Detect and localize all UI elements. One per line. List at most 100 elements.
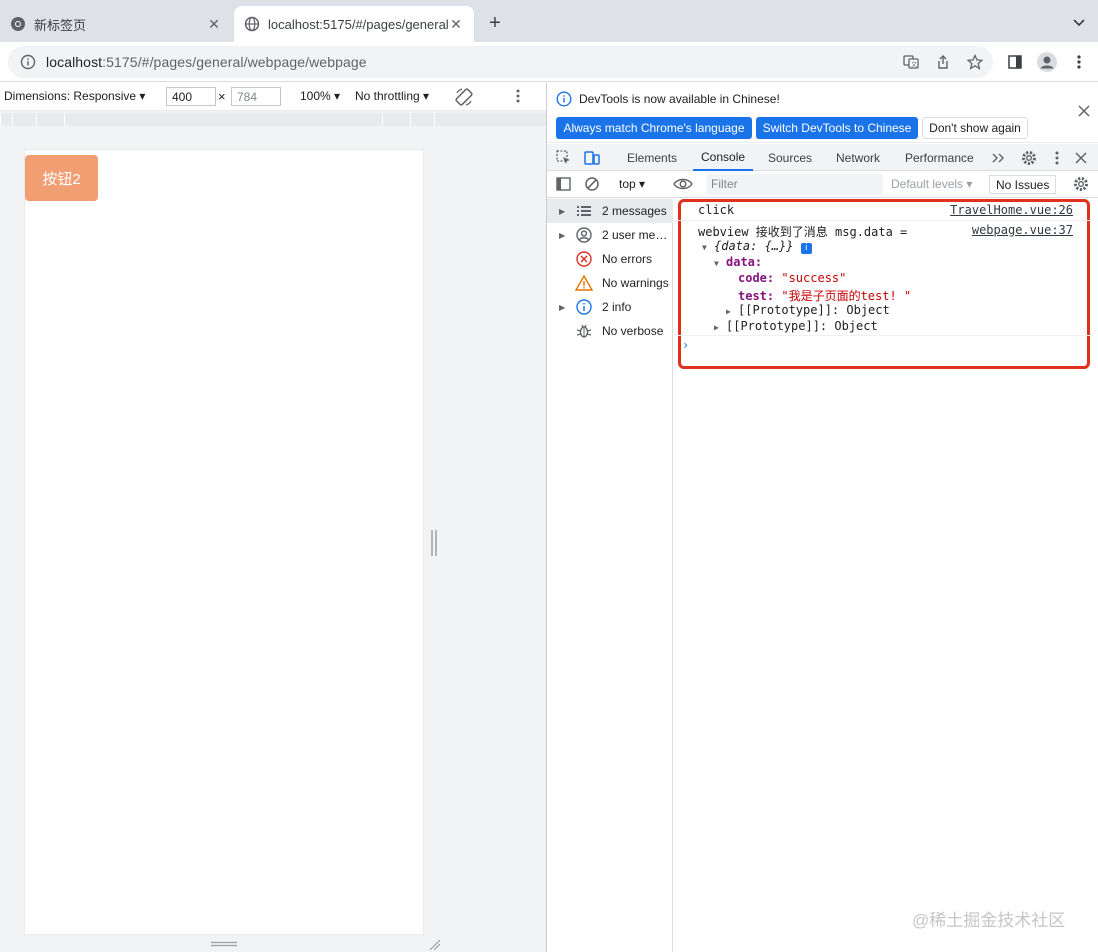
- expand-arrow-icon: ▶: [559, 206, 566, 216]
- new-tab-button[interactable]: +: [484, 12, 506, 34]
- prototype-inner[interactable]: ▶ [[Prototype]]: Object: [726, 303, 890, 317]
- dont-show-again-button[interactable]: Don't show again: [922, 117, 1028, 139]
- console-prompt-icon[interactable]: ›: [682, 338, 689, 352]
- side-panel-icon[interactable]: [1004, 51, 1026, 73]
- sidebar-item-messages[interactable]: ▶ 2 messages: [547, 199, 673, 223]
- switch-to-chinese-button[interactable]: Switch DevTools to Chinese: [756, 117, 918, 139]
- warning-icon: [575, 274, 593, 292]
- globe-icon: [244, 16, 260, 32]
- sidebar-item-warnings[interactable]: No warnings: [547, 271, 673, 295]
- emulated-page: 按钮2: [24, 149, 424, 935]
- resize-handle-right-icon[interactable]: [430, 530, 438, 556]
- throttling-dropdown[interactable]: No throttling ▾: [355, 89, 429, 103]
- emulated-viewport-area: 按钮2: [0, 127, 546, 952]
- media-query-ruler[interactable]: [0, 110, 546, 127]
- rotate-icon[interactable]: [454, 87, 474, 107]
- devtools-panel-tabs: Elements Console Sources Network Perform…: [547, 144, 1098, 171]
- tab-console[interactable]: Console: [693, 144, 754, 171]
- source-link[interactable]: TravelHome.vue:26: [950, 203, 1073, 217]
- console-settings-gear-icon[interactable]: [1072, 175, 1090, 193]
- tab-network[interactable]: Network: [836, 144, 880, 171]
- list-icon: [575, 202, 593, 220]
- more-options-icon[interactable]: [516, 89, 528, 105]
- address-bar[interactable]: localhost:5175/#/pages/general/webpage/w…: [8, 46, 993, 78]
- dimensions-dropdown[interactable]: Dimensions: Responsive ▾: [4, 89, 145, 103]
- sidebar-item-label: 2 info: [602, 300, 632, 314]
- log-levels-dropdown[interactable]: Default levels ▾: [891, 177, 972, 191]
- browser-toolbar: localhost:5175/#/pages/general/webpage/w…: [0, 42, 1098, 82]
- translate-icon[interactable]: 文: [900, 51, 922, 73]
- clear-console-icon[interactable]: [583, 175, 601, 193]
- close-icon[interactable]: [1078, 105, 1092, 119]
- tab-elements[interactable]: Elements: [627, 144, 677, 171]
- sidebar-item-verbose[interactable]: No verbose: [547, 319, 673, 343]
- device-toolbar: Dimensions: Responsive ▾ × 100% ▾ No thr…: [0, 83, 546, 110]
- close-devtools-icon[interactable]: [1072, 149, 1090, 167]
- zoom-dropdown[interactable]: 100% ▾: [300, 89, 340, 103]
- tab-title: 新标签页: [34, 17, 87, 33]
- button-2[interactable]: 按钮2: [25, 155, 98, 201]
- sidebar-item-label: No errors: [602, 252, 653, 266]
- url-text: localhost:5175/#/pages/general/webpage/w…: [46, 54, 367, 70]
- sidebar-item-errors[interactable]: No errors: [547, 247, 673, 271]
- user-icon: [575, 226, 593, 244]
- issues-button[interactable]: No Issues: [989, 175, 1057, 194]
- object-property-test: test: "我是子页面的test! ": [738, 289, 912, 303]
- bookmark-star-icon[interactable]: [964, 51, 986, 73]
- language-infobar: DevTools is now available in Chinese! Al…: [547, 83, 1098, 143]
- watermark: @稀土掘金技术社区: [912, 911, 1066, 930]
- info-icon: [575, 298, 593, 316]
- more-tabs-chevron-icon[interactable]: [990, 149, 1008, 167]
- source-link[interactable]: webpage.vue:37: [972, 223, 1073, 237]
- object-property-code: code: "success": [738, 271, 847, 285]
- sidebar-item-info[interactable]: ▶ 2 info: [547, 295, 673, 319]
- settings-gear-icon[interactable]: [1020, 149, 1038, 167]
- sidebar-item-label: 2 user me…: [602, 228, 668, 242]
- object-summary[interactable]: ▼ {data: {…}} i: [702, 239, 812, 254]
- inspect-element-icon[interactable]: [555, 149, 573, 167]
- width-input[interactable]: [166, 87, 216, 106]
- close-icon[interactable]: ✕: [448, 16, 464, 32]
- always-match-language-button[interactable]: Always match Chrome's language: [556, 117, 752, 139]
- site-info-icon[interactable]: [20, 54, 36, 70]
- tab-localhost[interactable]: localhost:5175/#/pages/general/webpage/w…: [234, 6, 474, 42]
- resize-corner-icon[interactable]: [428, 938, 440, 950]
- error-icon: [575, 250, 593, 268]
- dimension-separator: ×: [218, 89, 226, 104]
- console-sidebar: ▶ 2 messages ▶ 2 user me… No errors No w…: [547, 199, 673, 952]
- svg-text:文: 文: [911, 61, 917, 69]
- info-badge-icon: i: [800, 243, 812, 254]
- url-host: localhost: [46, 54, 103, 70]
- sidebar-toggle-icon[interactable]: [555, 175, 573, 193]
- console-toolbar: top ▾ Filter Default levels ▾ No Issues: [547, 171, 1098, 198]
- expand-arrow-icon: ▶: [559, 230, 566, 240]
- context-selector[interactable]: top ▾: [619, 177, 645, 191]
- prototype-outer[interactable]: ▶ [[Prototype]]: Object: [714, 319, 878, 333]
- device-toolbar-icon[interactable]: [583, 149, 601, 167]
- customize-menu-icon[interactable]: [1048, 149, 1066, 167]
- share-icon[interactable]: [932, 51, 954, 73]
- chrome-icon: [10, 16, 26, 32]
- sidebar-item-label: 2 messages: [602, 204, 667, 218]
- close-icon[interactable]: ✕: [206, 16, 222, 32]
- devtools-panel: DevTools is now available in Chinese! Al…: [546, 83, 1098, 952]
- object-property-data[interactable]: ▼ data:: [714, 255, 762, 269]
- expand-arrow-icon: ▶: [559, 302, 566, 312]
- sidebar-item-label: No warnings: [602, 276, 669, 290]
- tab-sources[interactable]: Sources: [768, 144, 812, 171]
- tab-new-tab[interactable]: 新标签页 ✕: [0, 6, 232, 42]
- browser-menu-icon[interactable]: [1068, 51, 1090, 73]
- url-path: :5175/#/pages/general/webpage/webpage: [102, 54, 367, 70]
- console-output: click TravelHome.vue:26 webview 接收到了消息 m…: [674, 199, 1098, 952]
- height-input[interactable]: [231, 87, 281, 106]
- filter-input[interactable]: Filter: [707, 174, 883, 195]
- tab-title: localhost:5175/#/pages/general/webpage/w…: [268, 16, 448, 32]
- console-message: webview 接收到了消息 msg.data =: [698, 225, 908, 239]
- chevron-down-icon[interactable]: [1068, 12, 1090, 34]
- profile-avatar-icon[interactable]: [1036, 51, 1058, 73]
- live-expression-eye-icon[interactable]: [673, 175, 693, 193]
- tab-performance[interactable]: Performance: [905, 144, 974, 171]
- resize-handle-bottom-icon[interactable]: [211, 941, 237, 947]
- browser-tab-strip: 新标签页 ✕ localhost:5175/#/pages/general/we…: [0, 0, 1098, 42]
- sidebar-item-user-messages[interactable]: ▶ 2 user me…: [547, 223, 673, 247]
